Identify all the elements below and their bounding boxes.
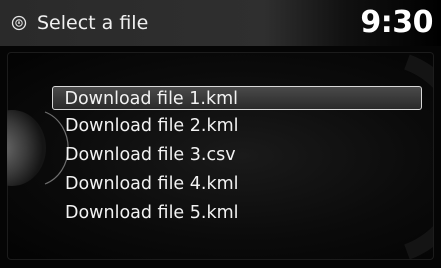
- file-item-label: Download file 3.csv: [65, 145, 236, 165]
- file-item-label: Download file 5.kml: [65, 203, 239, 223]
- file-item-5[interactable]: Download file 5.kml: [52, 200, 422, 229]
- file-item-label: Download file 4.kml: [65, 174, 239, 194]
- file-item-label: Download file 2.kml: [65, 116, 239, 136]
- page-title: Select a file: [37, 12, 149, 34]
- file-list-panel: Download file 1.kml Download file 2.kml …: [7, 52, 434, 260]
- file-item-2[interactable]: Download file 2.kml: [52, 113, 422, 142]
- file-item-label: Download file 1.kml: [64, 89, 239, 109]
- file-item-4[interactable]: Download file 4.kml: [52, 171, 422, 200]
- file-item-1[interactable]: Download file 1.kml: [52, 86, 422, 110]
- title-bar: Select a file 9:30: [0, 0, 441, 46]
- compass-dial-icon: [11, 15, 27, 31]
- clock: 9:30: [360, 5, 433, 40]
- file-item-3[interactable]: Download file 3.csv: [52, 142, 422, 171]
- file-list: Download file 1.kml Download file 2.kml …: [52, 86, 422, 229]
- navigation-screen: Select a file 9:30 Download file 1.kml D…: [0, 0, 441, 268]
